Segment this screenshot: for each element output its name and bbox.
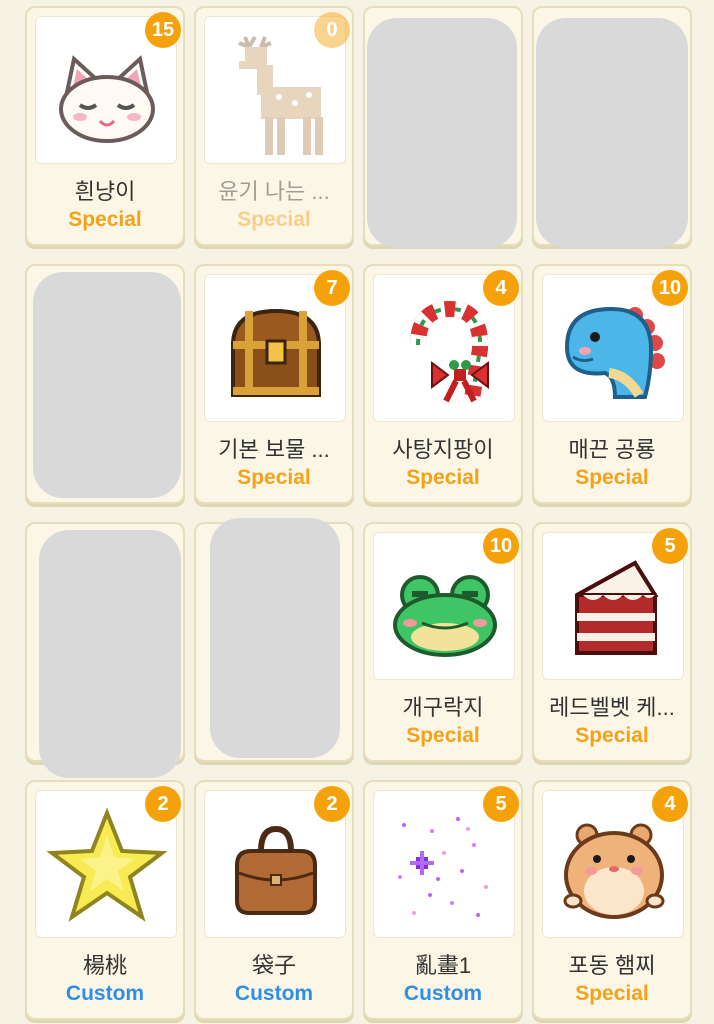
count-badge: 7 — [314, 270, 350, 306]
sticker-category: Special — [68, 208, 142, 231]
sticker-category: Special — [237, 466, 311, 489]
sticker-card-doodle[interactable]: 5 亂畫1 Custom — [363, 780, 523, 1020]
sticker-card-treasure-chest[interactable]: 7 기본 보물 ... Special — [194, 264, 354, 504]
sticker-category: Custom — [234, 982, 314, 1005]
sticker-card-hidden[interactable] — [194, 518, 354, 762]
sticker-card-blue-dinosaur[interactable]: 10 매끈 공룡 Special — [532, 264, 692, 504]
redaction-scribble — [367, 18, 517, 248]
count-badge: 15 — [145, 12, 181, 48]
sticker-card-frog[interactable]: 10 개구락지 Special — [363, 522, 523, 762]
sticker-name: 흰냥이 — [74, 179, 136, 204]
sticker-name: 윤기 나는 ... — [218, 179, 330, 204]
sticker-category: Custom — [65, 982, 145, 1005]
sticker-category: Special — [575, 466, 649, 489]
sticker-category: Special — [575, 724, 649, 747]
count-badge: 4 — [652, 786, 688, 822]
redaction-scribble — [210, 518, 340, 758]
count-badge: 10 — [652, 270, 688, 306]
sticker-card-hidden[interactable] — [25, 522, 185, 778]
count-badge: 5 — [652, 528, 688, 564]
sticker-category: Special — [237, 208, 311, 231]
count-badge: 2 — [314, 786, 350, 822]
sticker-name: 포동 햄찌 — [568, 953, 656, 978]
sticker-name: 사탕지팡이 — [392, 437, 494, 462]
redaction-scribble — [536, 18, 688, 248]
sticker-card-bag[interactable]: 2 袋子 Custom — [194, 780, 354, 1020]
sticker-name: 亂畫1 — [414, 953, 472, 978]
sticker-card-hamster[interactable]: 4 포동 햄찌 Special — [532, 780, 692, 1020]
count-badge: 0 — [314, 12, 350, 48]
sticker-card-deer[interactable]: 0 윤기 나는 ... Special — [194, 6, 354, 246]
sticker-name: 개구락지 — [402, 695, 484, 720]
count-badge: 10 — [483, 528, 519, 564]
sticker-name: 매끈 공룡 — [568, 437, 656, 462]
sticker-card-red-velvet-cake[interactable]: 5 레드벨벳 케... Special — [532, 522, 692, 762]
count-badge: 4 — [483, 270, 519, 306]
sticker-name: 기본 보물 ... — [218, 437, 330, 462]
sticker-name: 楊桃 — [82, 953, 127, 978]
sticker-grid: 15 흰냥이 Special 0 윤기 나는 ... Special 7 기본 … — [0, 0, 714, 1024]
count-badge: 2 — [145, 786, 181, 822]
sticker-card-hidden[interactable] — [25, 264, 185, 504]
sticker-name: 袋子 — [251, 953, 296, 978]
sticker-category: Special — [406, 724, 480, 747]
sticker-name: 레드벨벳 케... — [549, 695, 675, 720]
sticker-card-star-fruit[interactable]: 2 楊桃 Custom — [25, 780, 185, 1020]
redaction-scribble — [39, 530, 181, 778]
count-badge: 5 — [483, 786, 519, 822]
sticker-card-white-cat[interactable]: 15 흰냥이 Special — [25, 6, 185, 246]
sticker-card-hidden[interactable] — [532, 6, 692, 248]
sticker-card-candy-cane[interactable]: 4 사탕지팡이 Special — [363, 264, 523, 504]
sticker-category: Special — [406, 466, 480, 489]
sticker-category: Custom — [403, 982, 483, 1005]
redaction-scribble — [33, 272, 181, 498]
sticker-card-hidden[interactable] — [363, 6, 523, 248]
sticker-category: Special — [575, 982, 649, 1005]
